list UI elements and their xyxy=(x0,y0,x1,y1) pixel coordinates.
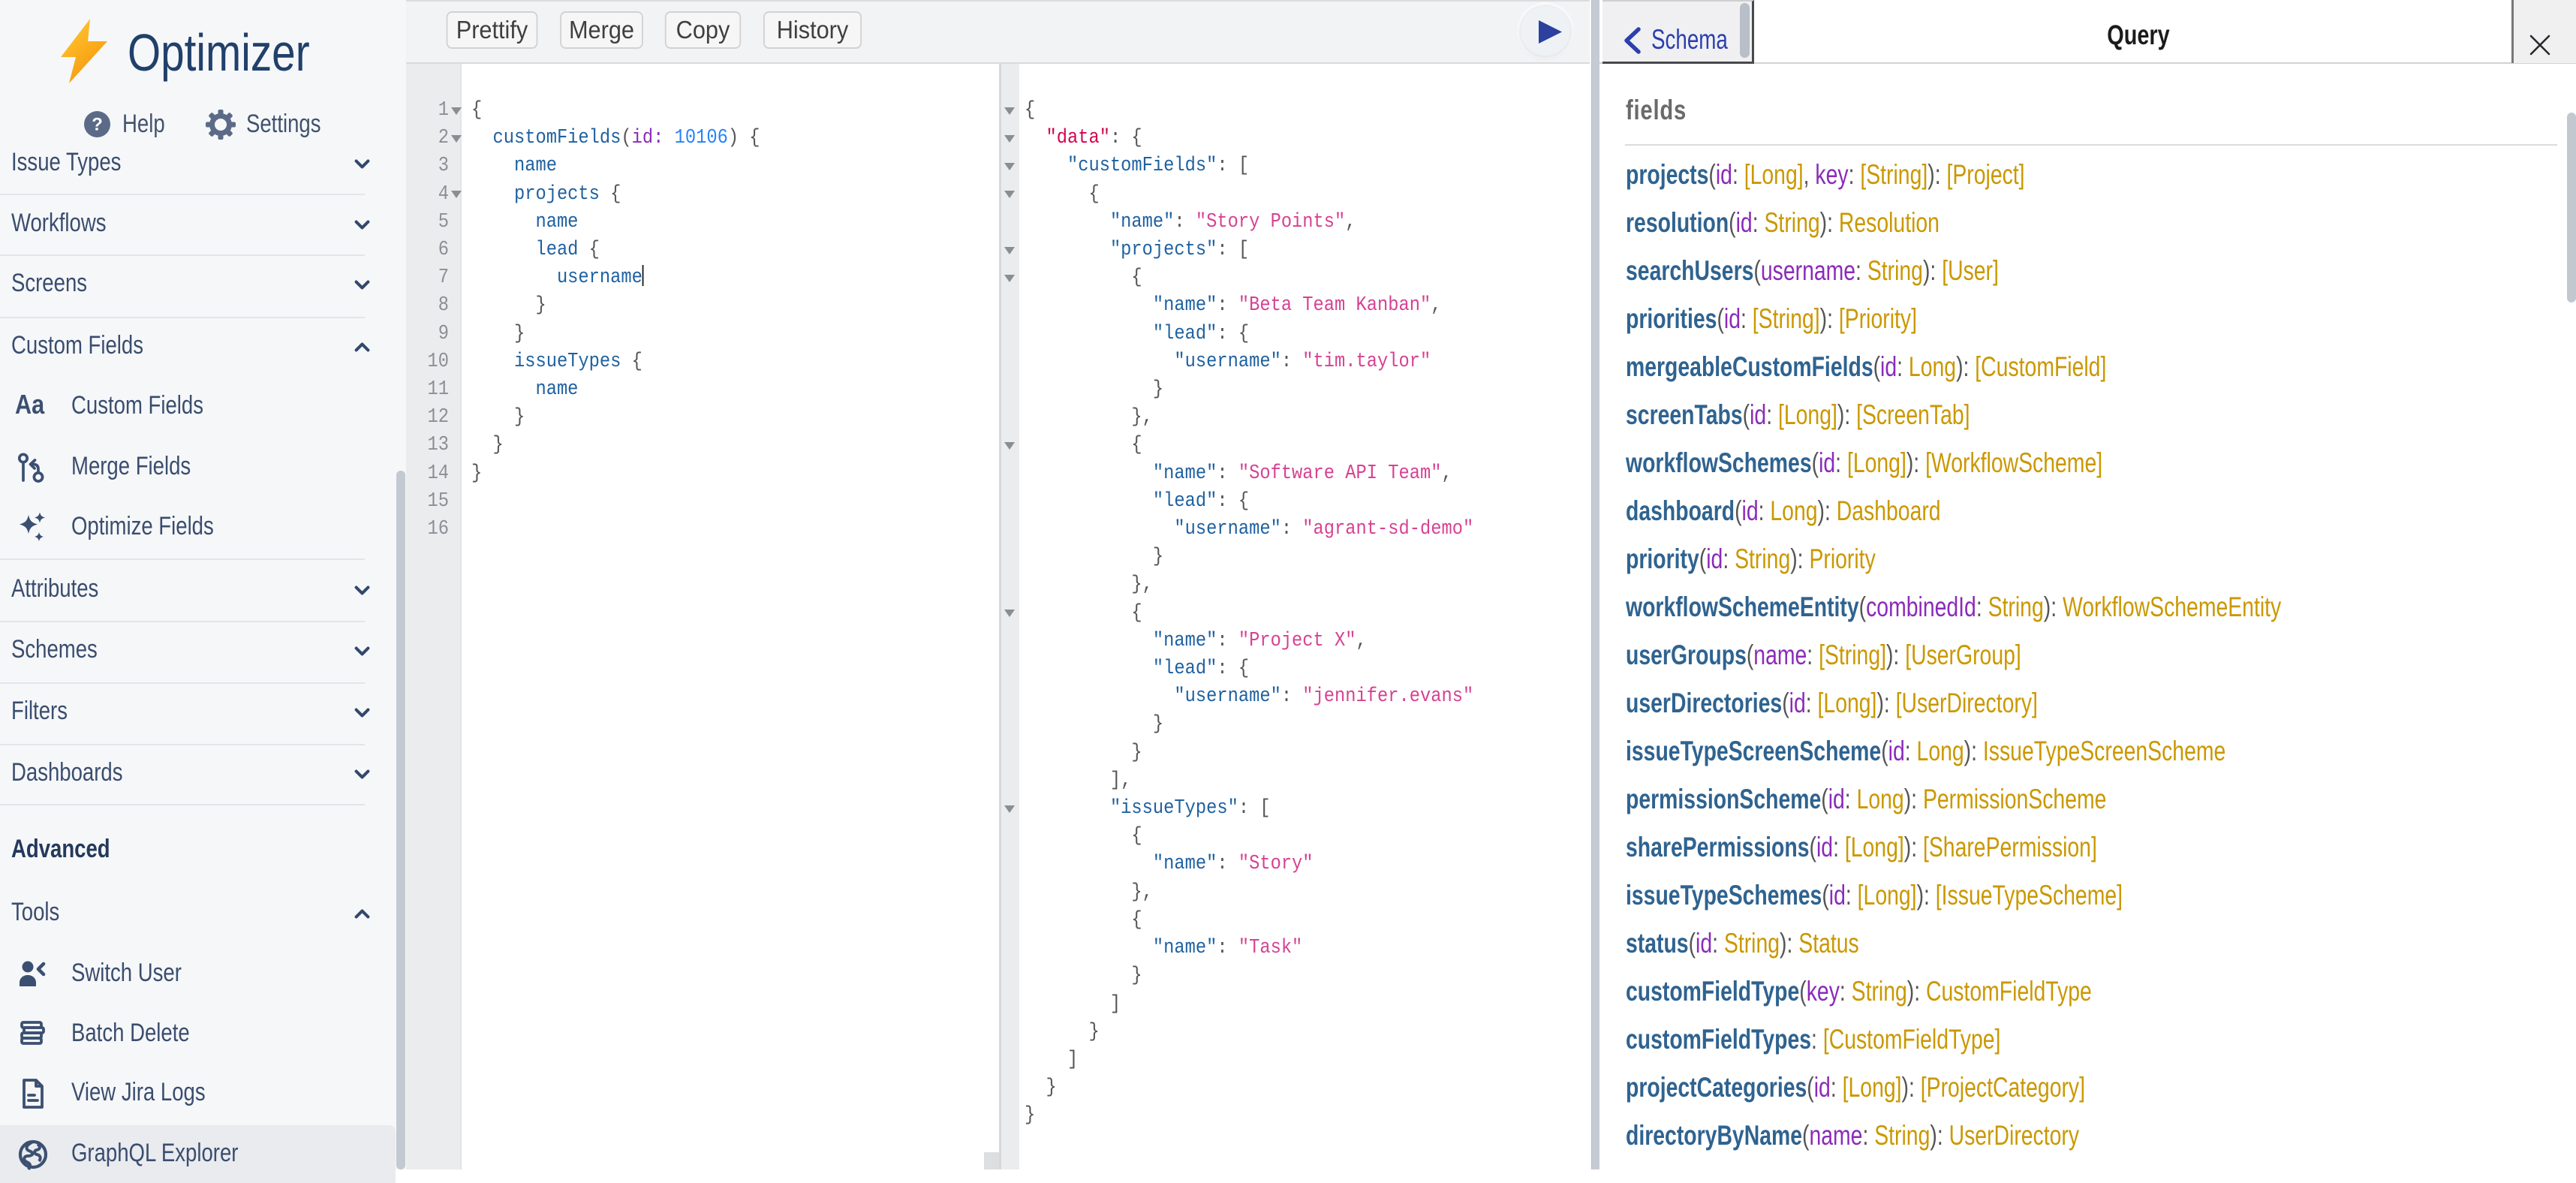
svg-text:?: ? xyxy=(92,115,103,135)
